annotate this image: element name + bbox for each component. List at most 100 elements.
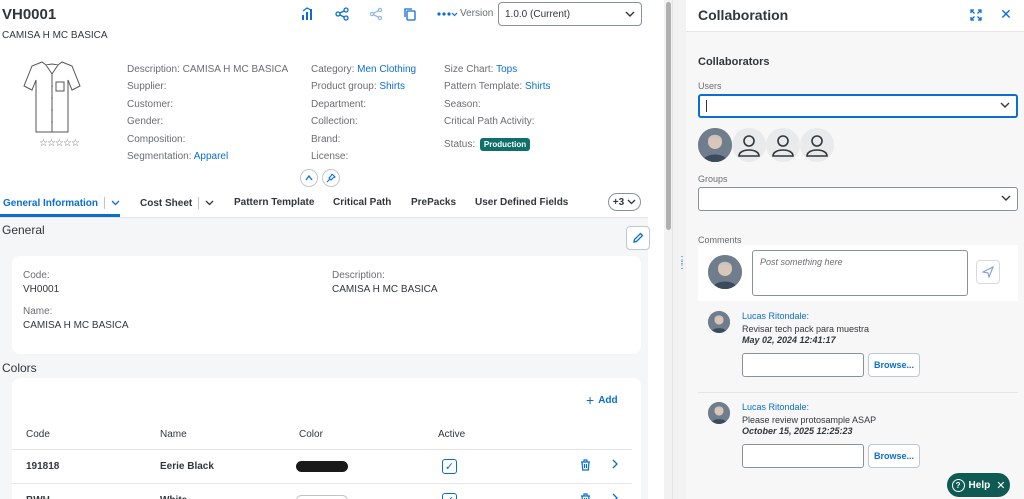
attribute-row: Product group: Shirts <box>311 81 416 98</box>
avatar-photo <box>708 311 730 333</box>
general-card: Code: VH0001 Description: CAMISA H MC BA… <box>12 256 641 354</box>
more-actions-icon[interactable] <box>432 4 462 24</box>
attribute-label: Size Chart: <box>444 64 494 75</box>
scrollbar-thumb[interactable] <box>666 2 671 230</box>
post-comment-input[interactable]: Post something here <box>752 250 968 296</box>
question-icon: ? <box>951 478 965 492</box>
comment-text: Revisar tech pack para muestra <box>742 324 870 334</box>
attribute-row: Size Chart: Tops <box>444 64 551 81</box>
chevron-right-icon[interactable] <box>612 459 618 472</box>
chevron-down-icon[interactable] <box>1001 193 1011 204</box>
status-label: Status: <box>444 139 476 150</box>
colors-card: + Add Code Name Color Active 191818 Eerie… <box>12 378 641 499</box>
attribute-link[interactable]: Men Clothing <box>357 64 416 75</box>
delete-icon[interactable] <box>580 459 591 474</box>
pane-splitter[interactable] <box>672 0 686 499</box>
comment-divider <box>698 392 1018 393</box>
name-value: CAMISA H MC BASICA <box>23 320 129 331</box>
object-header: VH0001 CAMISA H MC BASICA Version 1.0.0 … <box>0 0 664 220</box>
add-label: Add <box>598 394 618 406</box>
pencil-icon <box>633 232 644 243</box>
share-icon[interactable] <box>364 4 388 24</box>
table-row[interactable]: 191818 Eerie Black ✓ <box>12 450 632 484</box>
product-image[interactable] <box>22 56 82 136</box>
chevron-down-icon[interactable] <box>205 198 214 209</box>
attachment-file-input[interactable] <box>742 353 864 377</box>
chevron-right-icon[interactable] <box>612 493 618 499</box>
comment-item: Lucas Ritondale: Revisar tech pack para m… <box>698 311 1018 391</box>
user-avatar-icon[interactable] <box>766 128 800 162</box>
pin-header-button[interactable] <box>322 169 340 187</box>
chevron-down-icon[interactable] <box>1000 100 1010 111</box>
close-icon[interactable]: ✕ <box>996 479 1005 492</box>
active-tab-indicator <box>0 214 120 217</box>
more-tabs-button[interactable]: +3 <box>608 193 641 211</box>
comment-date: October 15, 2025 12:25:23 <box>742 426 853 436</box>
active-checkbox[interactable]: ✓ <box>442 493 457 499</box>
groups-select[interactable] <box>698 187 1018 211</box>
table-row[interactable]: BWH White ✓ <box>12 484 632 499</box>
color-swatch <box>296 461 348 472</box>
send-icon[interactable] <box>976 260 1000 284</box>
attribute-row: Pattern Template: Shirts <box>444 81 551 98</box>
groups-label: Groups <box>698 174 728 184</box>
attribute-link[interactable]: Shirts <box>379 81 405 92</box>
tab-general-information[interactable]: General Information <box>3 197 120 209</box>
version-select[interactable]: 1.0.0 (Current) <box>498 2 642 26</box>
attachment-file-input[interactable] <box>742 444 864 468</box>
version-value: 1.0.0 (Current) <box>505 8 571 20</box>
tab-user-defined-fields[interactable]: User Defined Fields <box>475 197 568 208</box>
tab-cost-sheet[interactable]: Cost Sheet <box>140 197 214 209</box>
tab-divider <box>198 197 200 209</box>
splitter-grip-icon[interactable]: ⋮ ⋮ <box>677 256 687 271</box>
edit-button[interactable] <box>626 226 650 250</box>
browse-button[interactable]: Browse... <box>868 353 920 377</box>
tab-critical-path[interactable]: Critical Path <box>333 197 391 208</box>
users-input[interactable] <box>698 94 1018 118</box>
avatar-photo <box>708 255 742 289</box>
object-page: VH0001 CAMISA H MC BASICA Version 1.0.0 … <box>0 0 664 499</box>
collaborators-title: Collaborators <box>698 56 770 68</box>
attribute-row: License: <box>311 151 416 168</box>
help-button[interactable]: ? Help ✕ <box>947 473 1010 497</box>
delete-icon[interactable] <box>580 493 591 499</box>
attribute-row: Gender: <box>127 116 288 133</box>
panel-title: Collaboration <box>698 7 789 23</box>
comment-author[interactable]: Lucas Ritondale: <box>742 311 809 321</box>
tab-pattern-template[interactable]: Pattern Template <box>234 197 314 208</box>
table-body: 191818 Eerie Black ✓ BWH White ✓ <box>12 450 632 499</box>
copy-icon[interactable] <box>398 4 422 24</box>
comment-author[interactable]: Lucas Ritondale: <box>742 402 809 412</box>
expand-icon[interactable] <box>968 7 984 23</box>
network-icon[interactable] <box>330 4 354 24</box>
attribute-label: Collection: <box>311 116 358 128</box>
attribute-label: Description: <box>127 64 180 75</box>
collapse-header-button[interactable] <box>300 169 318 187</box>
attribute-link[interactable]: Tops <box>496 64 517 75</box>
collaborator-avatars <box>698 128 834 162</box>
comments-label: Comments <box>698 235 742 245</box>
close-icon[interactable]: ✕ <box>998 6 1014 22</box>
add-color-button[interactable]: + Add <box>586 392 618 408</box>
tab-prepacks[interactable]: PrePacks <box>411 197 456 208</box>
column-header-color: Color <box>299 429 323 440</box>
tab-label: User Defined Fields <box>475 197 569 208</box>
colors-table: Code Name Color Active 191818 Eerie Black… <box>12 420 632 499</box>
attribute-link[interactable]: Shirts <box>525 81 551 92</box>
attributes-column-2: Category: Men Clothing Product group: Shi… <box>311 64 416 168</box>
browse-button[interactable]: Browse... <box>868 444 920 468</box>
tab-label: General Information <box>3 197 99 209</box>
attribute-row: Brand: <box>311 134 416 151</box>
page-subtitle: CAMISA H MC BASICA <box>2 30 108 41</box>
compare-icon[interactable] <box>296 4 320 24</box>
attribute-row: Composition: <box>127 134 288 151</box>
description-label: Description: <box>332 270 385 281</box>
rating-stars[interactable]: ☆☆☆☆☆ <box>39 138 80 149</box>
avatar-photo[interactable] <box>698 128 732 162</box>
chevron-down-icon[interactable] <box>111 198 120 209</box>
active-checkbox[interactable]: ✓ <box>442 459 457 474</box>
header-toggle-group <box>300 169 344 187</box>
attribute-link[interactable]: Apparel <box>194 151 228 162</box>
user-avatar-icon[interactable] <box>732 128 766 162</box>
user-avatar-icon[interactable] <box>800 128 834 162</box>
